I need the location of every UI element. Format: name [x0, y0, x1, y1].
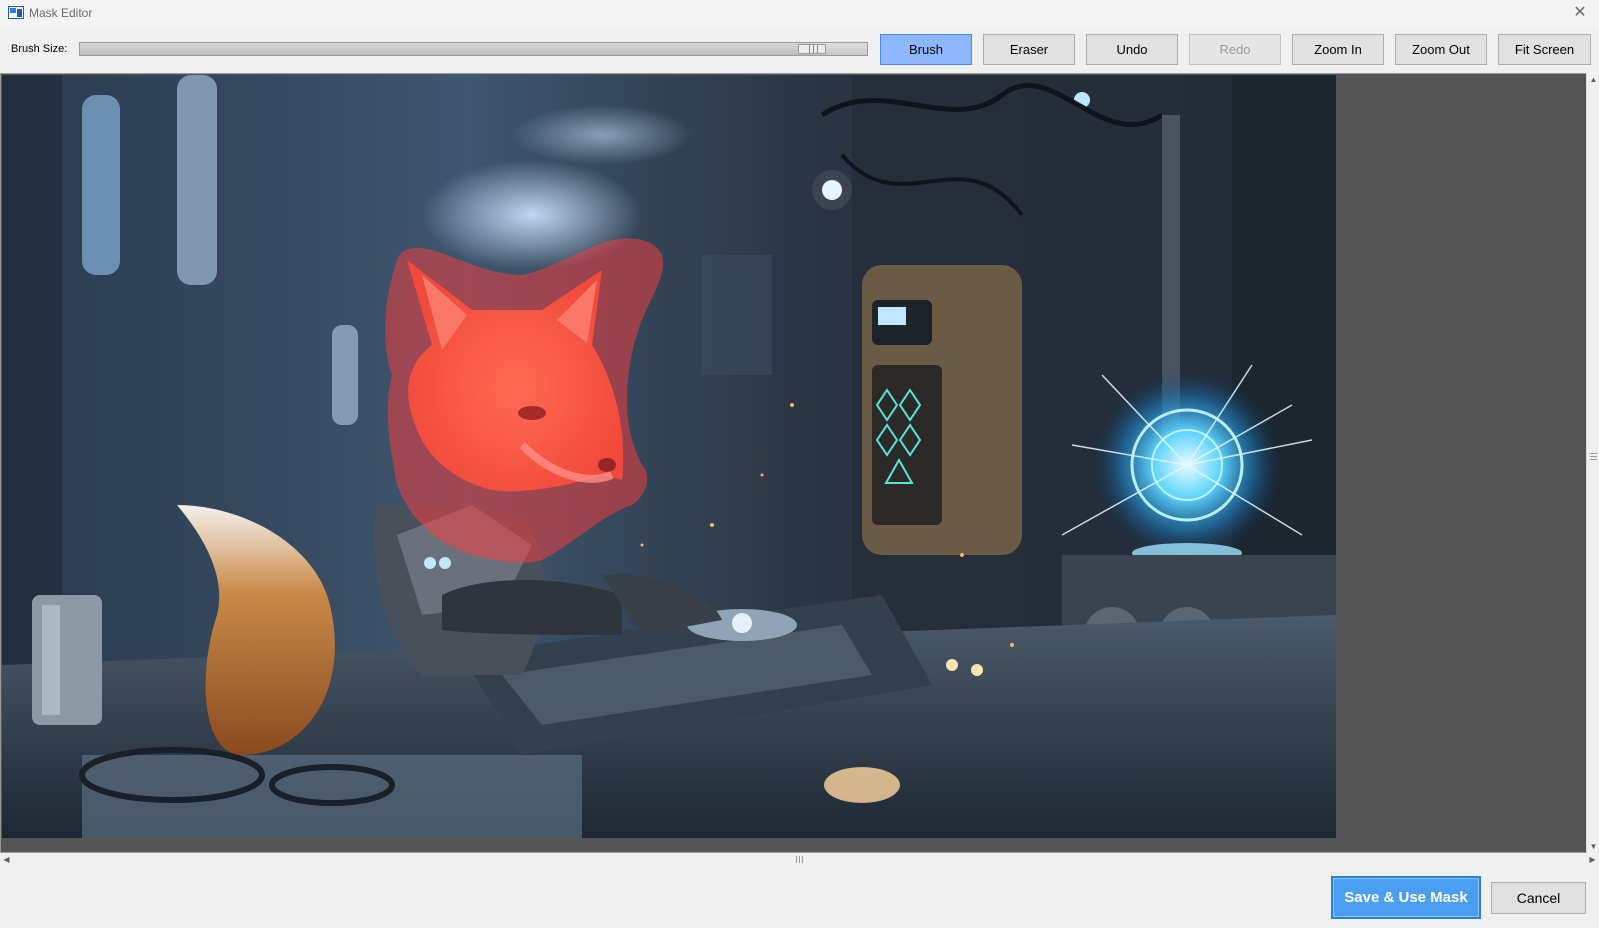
brush-size-slider-fill: [80, 43, 812, 55]
horizontal-scroll-thumb[interactable]: [796, 856, 804, 863]
scroll-left-icon[interactable]: ◀: [0, 853, 13, 866]
cancel-button[interactable]: Cancel: [1491, 882, 1586, 914]
eraser-button[interactable]: Eraser: [983, 34, 1075, 65]
vertical-scroll-thumb[interactable]: [1590, 453, 1597, 461]
vertical-scrollbar[interactable]: ▲ ▼: [1586, 73, 1599, 853]
close-icon[interactable]: ✕: [1571, 4, 1589, 22]
image-preview[interactable]: [2, 75, 1336, 838]
undo-button[interactable]: Undo: [1086, 34, 1178, 65]
mask-canvas[interactable]: [0, 73, 1587, 853]
horizontal-scrollbar[interactable]: ◀ ▶: [0, 853, 1599, 866]
scroll-down-icon[interactable]: ▼: [1587, 840, 1599, 853]
mask-editor-window: Mask Editor ✕ Brush Size: Brush Eraser U…: [0, 0, 1599, 928]
zoom-in-button[interactable]: Zoom In: [1292, 34, 1384, 65]
redo-button[interactable]: Redo: [1189, 34, 1281, 65]
window-title: Mask Editor: [29, 6, 93, 20]
toolbar: Brush Size: Brush Eraser Undo Redo Zoom …: [0, 26, 1599, 72]
brush-size-label: Brush Size:: [11, 43, 68, 55]
scroll-up-icon[interactable]: ▲: [1587, 73, 1599, 86]
zoom-out-button[interactable]: Zoom Out: [1395, 34, 1487, 65]
brush-size-slider-thumb[interactable]: [797, 44, 826, 54]
scroll-right-icon[interactable]: ▶: [1586, 853, 1599, 866]
brush-size-slider[interactable]: [79, 42, 868, 56]
fit-screen-button[interactable]: Fit Screen: [1498, 34, 1591, 65]
brush-button[interactable]: Brush: [880, 34, 972, 65]
app-icon: [8, 6, 24, 19]
title-bar: Mask Editor ✕: [0, 0, 1599, 26]
save-and-use-mask-button[interactable]: Save & Use Mask: [1331, 876, 1481, 919]
